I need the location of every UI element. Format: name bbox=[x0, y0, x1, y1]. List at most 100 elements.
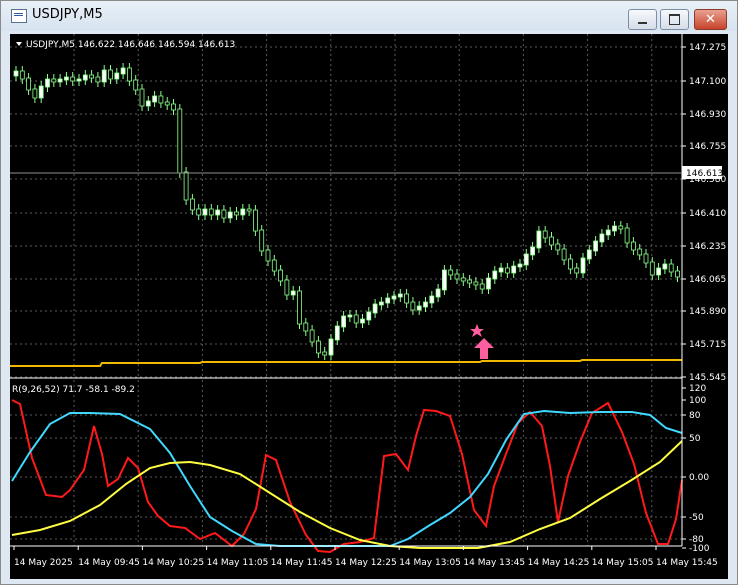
candle-body bbox=[404, 293, 410, 304]
current-price-marker: 146.613 bbox=[10, 166, 723, 179]
indicator-panel bbox=[10, 377, 683, 554]
candle-body bbox=[460, 277, 466, 282]
candle-body bbox=[492, 270, 498, 280]
candle-body bbox=[19, 70, 25, 80]
candle-body bbox=[366, 311, 372, 321]
candle-body bbox=[177, 108, 183, 174]
ind-tick-label: 120 bbox=[689, 384, 706, 394]
time-axis: 14 May 2025 14 May 09:45 14 May 10:25 14 Ma… bbox=[10, 545, 718, 568]
red-oscillator-line bbox=[11, 399, 683, 554]
candle-body bbox=[372, 303, 378, 314]
grid-lines bbox=[10, 34, 682, 546]
candle-body bbox=[297, 290, 302, 325]
candle-body bbox=[227, 211, 233, 219]
ind-tick-label: -50 bbox=[689, 513, 704, 523]
time-tick-label: 14 May 10:25 bbox=[142, 558, 204, 568]
candle-body bbox=[656, 267, 661, 276]
candle-body bbox=[662, 263, 668, 270]
ind-tick-label: 0.00 bbox=[689, 473, 709, 483]
candle-body bbox=[114, 72, 120, 80]
candle-body bbox=[252, 209, 258, 232]
time-tick-label: 14 May 11:05 bbox=[207, 558, 269, 568]
candle-body bbox=[202, 208, 208, 216]
close-icon: ✕ bbox=[705, 12, 716, 27]
candle-body bbox=[26, 77, 32, 91]
candle-body bbox=[536, 230, 542, 249]
candle-body bbox=[127, 67, 132, 82]
candle-body bbox=[429, 295, 435, 304]
candle-body bbox=[631, 241, 636, 251]
candle-body bbox=[89, 74, 94, 79]
candle-body bbox=[593, 240, 598, 252]
price-tick-label: 145.715 bbox=[689, 340, 726, 350]
candle-body bbox=[530, 246, 535, 256]
candle-body bbox=[208, 208, 214, 216]
candle-body bbox=[315, 340, 321, 354]
candle-body bbox=[265, 249, 271, 262]
price-tick-label: 147.275 bbox=[689, 43, 726, 53]
time-tick-label: 14 May 13:05 bbox=[399, 558, 461, 568]
indicator-axis: 12010080500.00-50-80-100 bbox=[682, 384, 710, 554]
candle-body bbox=[385, 297, 391, 304]
chart-svg[interactable]: USDJPY,M5 146.622 146.646 146.594 146.61… bbox=[10, 34, 728, 579]
price-tick-label: 145.890 bbox=[689, 307, 726, 317]
candle-body bbox=[183, 171, 189, 201]
chart-window-icon bbox=[11, 9, 27, 23]
candle-body bbox=[303, 322, 309, 332]
yellow-oscillator-line bbox=[11, 440, 683, 549]
candle-body bbox=[284, 279, 290, 296]
time-tick-label: 14 May 2025 bbox=[14, 558, 73, 568]
candle-body bbox=[605, 229, 611, 236]
maximize-button[interactable] bbox=[660, 9, 689, 30]
candle-body bbox=[391, 295, 397, 300]
candle-body bbox=[76, 78, 82, 82]
candle-body bbox=[637, 248, 643, 256]
candle-body bbox=[189, 198, 195, 211]
candle-body bbox=[82, 74, 88, 81]
candle-body bbox=[599, 233, 605, 243]
candle-body bbox=[322, 351, 328, 356]
cyan-oscillator-line bbox=[11, 409, 683, 547]
price-axis: 147.275147.100146.930146.755146.580146.4… bbox=[681, 34, 726, 546]
minimize-button[interactable] bbox=[628, 9, 657, 30]
price-tick-label: 146.930 bbox=[689, 110, 726, 120]
candle-body bbox=[511, 265, 517, 274]
candle-body bbox=[64, 76, 69, 81]
ind-tick-label: -100 bbox=[689, 544, 710, 554]
candle-body bbox=[416, 305, 422, 311]
candle-body bbox=[504, 267, 510, 274]
candle-body bbox=[271, 259, 277, 272]
up-arrow-icon bbox=[474, 338, 494, 359]
candle-body bbox=[473, 281, 479, 286]
ind-tick-label: 100 bbox=[689, 396, 706, 406]
time-tick-label: 14 May 14:25 bbox=[528, 558, 590, 568]
candle-body bbox=[95, 76, 101, 83]
candle-body bbox=[120, 67, 126, 75]
candle-body bbox=[234, 211, 239, 216]
current-price-label: 146.613 bbox=[686, 169, 723, 179]
time-tick-label: 14 May 15:05 bbox=[592, 558, 654, 568]
candle-body bbox=[133, 79, 139, 91]
candle-body bbox=[145, 100, 151, 107]
candle-body bbox=[108, 69, 113, 80]
close-button[interactable]: ✕ bbox=[694, 9, 727, 30]
candle-body bbox=[435, 288, 441, 298]
candle-body bbox=[309, 329, 315, 343]
price-tick-label: 147.100 bbox=[689, 77, 726, 87]
candle-body bbox=[523, 253, 529, 266]
candle-body bbox=[542, 230, 548, 239]
candle-body bbox=[45, 78, 50, 88]
chart-area[interactable]: USDJPY,M5 146.622 146.646 146.594 146.61… bbox=[10, 34, 728, 579]
candle-body bbox=[675, 270, 680, 278]
candle-body bbox=[574, 267, 580, 274]
candle-body bbox=[410, 301, 416, 311]
candle-body bbox=[549, 236, 554, 246]
candle-body bbox=[101, 69, 107, 83]
time-tick-label: 14 May 15:45 bbox=[656, 558, 718, 568]
candle-body bbox=[561, 248, 567, 261]
candle-body bbox=[612, 225, 617, 232]
candle-body bbox=[246, 208, 252, 212]
title-bar[interactable]: USDJPY,M5 ✕ bbox=[1, 1, 737, 31]
candle-body bbox=[517, 263, 523, 268]
maximize-icon bbox=[669, 14, 680, 25]
